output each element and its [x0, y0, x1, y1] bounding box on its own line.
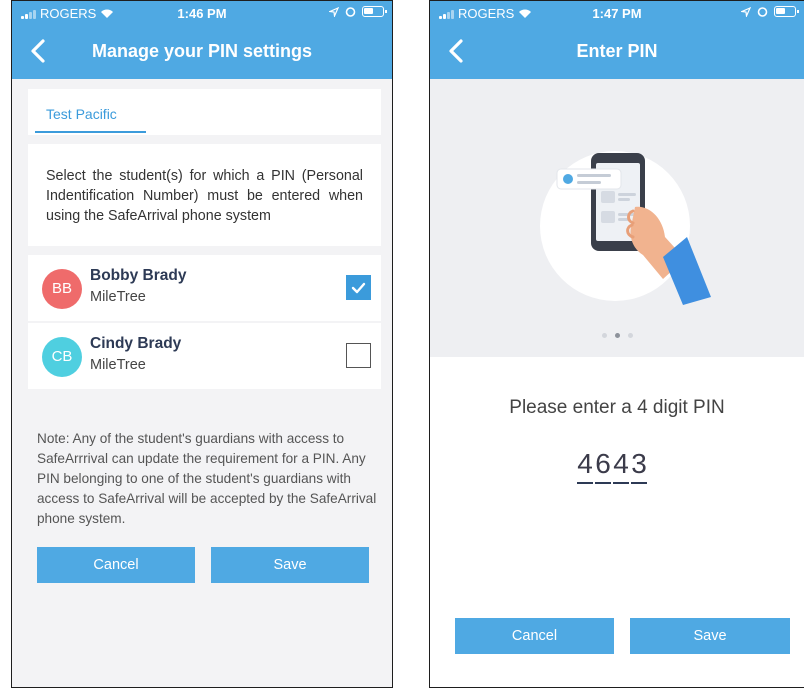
- manage-pin-screen: ROGERS 1:46 PM Manage your PIN settings …: [11, 0, 393, 688]
- student-school: MileTree: [90, 357, 146, 373]
- pin-digit: 3: [631, 448, 647, 484]
- checkmark-icon: [351, 282, 366, 294]
- avatar: CB: [42, 337, 82, 377]
- student-name: Cindy Brady: [90, 335, 182, 352]
- location-arrow-icon: [741, 6, 751, 17]
- save-button[interactable]: Save: [630, 618, 790, 654]
- student-name: Bobby Brady: [90, 267, 187, 284]
- pin-input[interactable]: 4 6 4 3: [577, 448, 647, 484]
- instructions-text: Select the student(s) for which a PIN (P…: [28, 144, 381, 246]
- page-title: Enter PIN: [576, 41, 658, 61]
- pin-digit: 4: [613, 448, 629, 484]
- alarm-icon: [345, 7, 356, 17]
- battery-icon: [362, 6, 387, 17]
- status-bar: ROGERS 1:47 PM: [430, 1, 804, 27]
- tab-bar: Test Pacific: [28, 89, 381, 135]
- carousel-dot[interactable]: [627, 333, 633, 338]
- avatar: BB: [42, 269, 82, 309]
- carousel-dot[interactable]: [614, 333, 620, 338]
- onboarding-carousel[interactable]: [430, 79, 804, 357]
- pin-prompt: Please enter a 4 digit PIN: [509, 397, 725, 418]
- battery-icon: [774, 6, 799, 17]
- nav-bar: ROGERS 1:47 PM Enter PIN: [430, 1, 804, 79]
- guardian-note: Note: Any of the student's guardians wit…: [37, 431, 377, 526]
- student-row-cindy[interactable]: CB Cindy Brady MileTree: [28, 323, 381, 389]
- page-title: Manage your PIN settings: [91, 41, 313, 61]
- pin-required-checkbox[interactable]: [346, 275, 371, 300]
- save-button[interactable]: Save: [211, 547, 369, 583]
- location-arrow-icon: [329, 6, 339, 17]
- pin-required-checkbox[interactable]: [346, 343, 371, 368]
- carousel-dot[interactable]: [601, 333, 607, 338]
- alarm-icon: [757, 7, 768, 17]
- pin-digit: 6: [595, 448, 611, 484]
- tab-test-pacific[interactable]: Test Pacific: [46, 106, 117, 122]
- nav-bar: ROGERS 1:46 PM Manage your PIN settings: [12, 1, 392, 79]
- phone-hand-illustration: [556, 153, 711, 305]
- student-school: MileTree: [90, 289, 146, 305]
- tab-underline: [35, 131, 146, 133]
- cancel-button[interactable]: Cancel: [37, 547, 195, 583]
- pin-digit: 4: [577, 448, 593, 484]
- status-bar: ROGERS 1:46 PM: [12, 1, 392, 27]
- cancel-button[interactable]: Cancel: [455, 618, 614, 654]
- student-row-bobby[interactable]: BB Bobby Brady MileTree: [28, 255, 381, 321]
- enter-pin-screen: ROGERS 1:47 PM Enter PIN Please enter a …: [429, 0, 804, 688]
- carousel-dots: [430, 333, 804, 338]
